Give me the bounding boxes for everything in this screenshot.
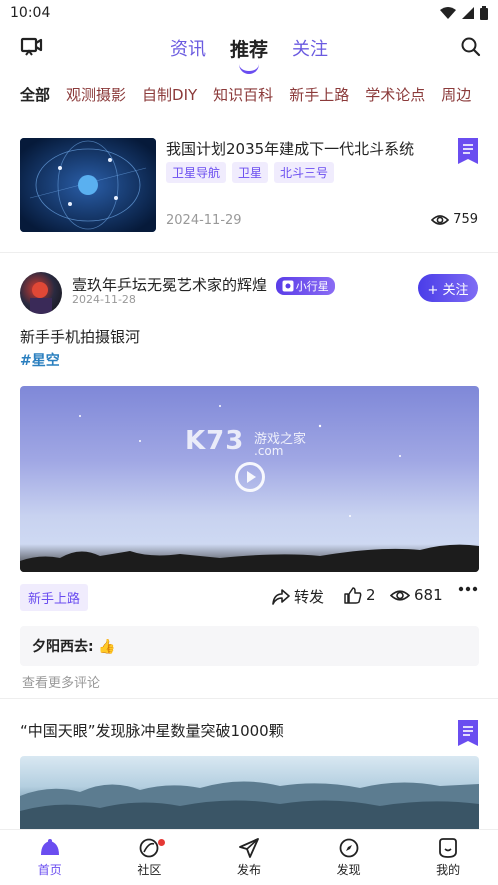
live-broadcast-icon[interactable]: [20, 36, 44, 58]
nav-profile[interactable]: 我的: [418, 837, 478, 878]
follow-button[interactable]: + 关注: [418, 274, 478, 302]
more-comments-link[interactable]: 查看更多评论: [22, 672, 100, 691]
tab-news[interactable]: 资讯: [170, 35, 206, 61]
hashtag-link[interactable]: #星空: [20, 350, 60, 370]
watermark-logo: K73: [185, 426, 245, 456]
news-tags: 卫星导航 卫星 北斗三号: [166, 162, 335, 183]
nav-home-label: 首页: [37, 863, 62, 877]
nav-community-label: 社区: [137, 863, 162, 877]
nav-profile-label: 我的: [436, 863, 461, 877]
level-badge: 小行星: [275, 276, 335, 295]
play-button[interactable]: [235, 462, 265, 492]
more-icon: [458, 586, 478, 592]
bottom-nav: 首页 社区 发布 发现 我的: [0, 829, 498, 885]
nav-discover-label: 发现: [336, 863, 361, 877]
search-icon[interactable]: [460, 36, 482, 58]
eye-icon: [390, 589, 410, 601]
status-icons: [440, 6, 488, 20]
compass-icon: [339, 838, 358, 858]
views-count: 681: [414, 586, 443, 604]
share-label: 转发: [294, 588, 325, 606]
news-views-count: 759: [453, 212, 478, 227]
news-card[interactable]: 我国计划2035年建成下一代北斗系统 卫星导航 卫星 北斗三号 2024-11-…: [0, 130, 498, 250]
news-tag[interactable]: 卫星导航: [166, 162, 227, 183]
like-button[interactable]: 2: [344, 586, 376, 604]
comment-preview[interactable]: 夕阳西去: 👍: [20, 626, 479, 666]
news-thumbnail: [20, 138, 156, 232]
status-bar: 10:04: [0, 0, 498, 26]
wifi-icon: [440, 7, 456, 19]
avatar[interactable]: [20, 272, 62, 314]
news-tag[interactable]: 北斗三号: [274, 162, 335, 183]
news-title: 我国计划2035年建成下一代北斗系统: [166, 140, 415, 158]
like-count: 2: [366, 586, 376, 604]
post-text: 新手手机拍摄银河: [20, 328, 141, 346]
nav-home[interactable]: 首页: [20, 837, 80, 878]
level-badge-label: 小行星: [295, 279, 329, 293]
news-date: 2024-11-29: [166, 213, 242, 228]
community-icon: [139, 838, 159, 858]
thumbs-up-icon: [344, 586, 362, 604]
profile-icon: [439, 838, 458, 858]
category-row: 全部 观测摄影 自制DIY 知识百科 新手上路 学术论点 周边: [0, 78, 498, 110]
article-icon: [458, 720, 478, 746]
send-icon: [239, 838, 259, 858]
battery-icon: [480, 6, 488, 20]
more-button[interactable]: [458, 586, 478, 592]
top-tabs: 资讯 推荐 关注: [170, 35, 328, 62]
comment-author: 夕阳西去:: [32, 639, 94, 655]
author-name[interactable]: 壹玖年乒坛无冕艺术家的辉煌 小行星: [72, 274, 335, 295]
news-title[interactable]: “中国天眼”发现脉冲星数量突破1000颗: [20, 720, 284, 741]
divider: [0, 252, 498, 253]
post-date: 2024-11-28: [72, 293, 136, 306]
category-beginner[interactable]: 新手上路: [289, 84, 349, 105]
eye-icon: [431, 214, 450, 225]
post-image[interactable]: K73 游戏之家 .com: [20, 386, 479, 572]
author-name-text: 壹玖年乒坛无冕艺术家的辉煌: [72, 276, 268, 294]
category-knowledge[interactable]: 知识百科: [213, 84, 273, 105]
post-tag[interactable]: 新手上路: [20, 584, 89, 611]
planet-icon: [282, 280, 294, 291]
news-image[interactable]: [20, 756, 479, 832]
comment-text: 👍: [98, 639, 116, 655]
category-merch[interactable]: 周边: [441, 84, 471, 105]
watermark-url: .com: [254, 444, 284, 458]
category-diy[interactable]: 自制DIY: [142, 84, 197, 105]
tab-follow[interactable]: 关注: [292, 35, 328, 61]
nav-publish[interactable]: 发布: [219, 837, 279, 878]
views-counter: 681: [390, 586, 443, 604]
post-actions: 新手上路 转发 2 681: [20, 584, 479, 611]
share-icon: [272, 588, 290, 605]
status-time: 10:04: [10, 5, 51, 21]
nav-publish-label: 发布: [236, 863, 261, 877]
signal-icon: [462, 7, 474, 19]
notification-dot: [158, 839, 166, 846]
nav-discover[interactable]: 发现: [319, 837, 379, 878]
category-academic[interactable]: 学术论点: [365, 84, 425, 105]
news-tag[interactable]: 卫星: [232, 162, 269, 183]
article-icon: [458, 138, 478, 164]
top-nav: 资讯 推荐 关注: [0, 28, 498, 68]
category-all[interactable]: 全部: [20, 84, 50, 105]
nav-community[interactable]: 社区: [119, 837, 179, 878]
divider: [0, 698, 498, 699]
news-views: 759: [431, 212, 478, 227]
share-button[interactable]: 转发: [272, 586, 324, 607]
category-observation[interactable]: 观测摄影: [66, 84, 126, 105]
home-icon: [40, 839, 59, 855]
tab-recommend[interactable]: 推荐: [230, 35, 268, 62]
